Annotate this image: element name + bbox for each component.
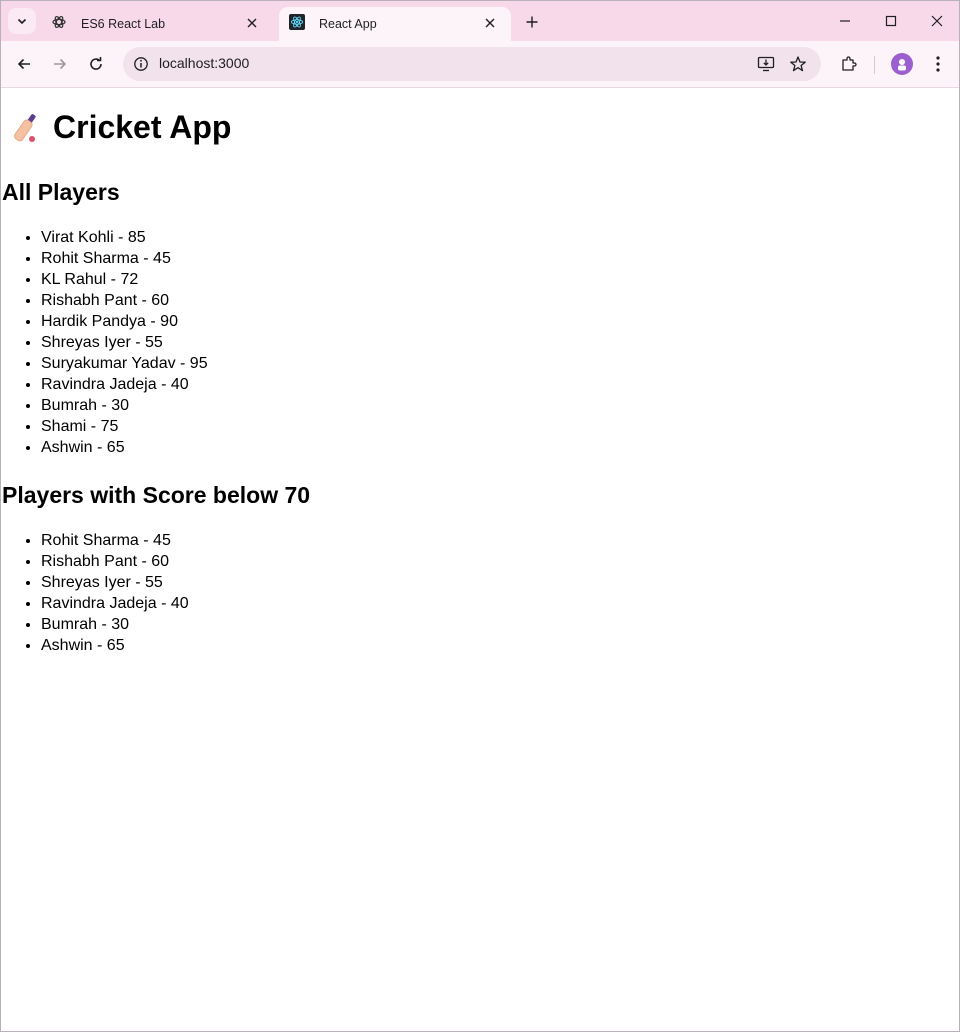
- player-list-item: KL Rahul - 72: [41, 269, 208, 290]
- player-list-item: Virat Kohli - 85: [41, 227, 208, 248]
- profile-avatar[interactable]: [891, 53, 913, 75]
- new-tab-button[interactable]: [521, 11, 543, 33]
- install-app-icon[interactable]: [755, 53, 777, 75]
- close-tab-icon[interactable]: [481, 14, 499, 32]
- bookmark-star-icon[interactable]: [787, 53, 809, 75]
- tab-react-app[interactable]: React App: [279, 7, 511, 41]
- page-title: Cricket App: [11, 109, 231, 146]
- reload-icon: [90, 57, 102, 70]
- arrow-left-icon: [17, 58, 30, 70]
- tab-search-button[interactable]: [8, 8, 36, 34]
- all-players-list: Virat Kohli - 85Rohit Sharma - 45KL Rahu…: [1, 227, 208, 458]
- player-list-item: Ashwin - 65: [41, 635, 189, 656]
- player-list-item: Ravindra Jadeja - 40: [41, 593, 189, 614]
- back-button[interactable]: [10, 50, 38, 78]
- browser-toolbar: localhost:3000: [1, 41, 959, 88]
- arrow-right-icon: [54, 58, 67, 70]
- puzzle-icon: [842, 56, 857, 71]
- player-list-item: Rishabh Pant - 60: [41, 290, 208, 311]
- react-icon: [289, 14, 305, 30]
- avatar-icon: [898, 59, 906, 71]
- player-list-item: Shami - 75: [41, 416, 208, 437]
- player-list-item: Bumrah - 30: [41, 614, 189, 635]
- address-bar[interactable]: localhost:3000: [123, 47, 821, 81]
- more-vert-icon: [936, 56, 940, 72]
- chevron-down-icon: [17, 18, 27, 25]
- below-70-heading: Players with Score below 70: [2, 482, 311, 508]
- tab-title: React App: [319, 17, 377, 31]
- maximize-button[interactable]: [874, 7, 908, 35]
- extensions-button[interactable]: [835, 50, 863, 78]
- maximize-icon: [885, 15, 897, 27]
- player-list-item: Suryakumar Yadav - 95: [41, 353, 208, 374]
- tab-strip: ES6 React Lab React App: [1, 1, 959, 41]
- menu-button[interactable]: [924, 50, 952, 78]
- player-list-item: Shreyas Iyer - 55: [41, 572, 189, 593]
- player-list-item: Bumrah - 30: [41, 395, 208, 416]
- player-list-item: Ravindra Jadeja - 40: [41, 374, 208, 395]
- close-window-button[interactable]: [920, 7, 954, 35]
- player-list-item: Ashwin - 65: [41, 437, 208, 458]
- player-list-item: Shreyas Iyer - 55: [41, 332, 208, 353]
- tab-es6-react-lab[interactable]: ES6 React Lab: [41, 7, 273, 41]
- browser-window: ES6 React Lab React App localhost:3000 C…: [0, 0, 960, 1032]
- tab-title: ES6 React Lab: [81, 17, 166, 31]
- minimize-icon: [840, 20, 850, 22]
- player-list-item: Hardik Pandya - 90: [41, 311, 208, 332]
- player-list-item: Rohit Sharma - 45: [41, 248, 208, 269]
- url-text[interactable]: localhost:3000: [159, 55, 249, 71]
- reload-button[interactable]: [82, 50, 110, 78]
- site-info-icon[interactable]: [131, 54, 151, 74]
- forward-button[interactable]: [46, 50, 74, 78]
- chatgpt-icon: [51, 14, 67, 30]
- minimize-button[interactable]: [828, 7, 862, 35]
- below-70-list: Rohit Sharma - 45Rishabh Pant - 60Shreya…: [1, 530, 189, 656]
- player-list-item: Rohit Sharma - 45: [41, 530, 189, 551]
- plus-icon: [526, 16, 538, 28]
- close-tab-icon[interactable]: [243, 14, 261, 32]
- close-icon: [931, 15, 943, 27]
- toolbar-divider: [874, 56, 875, 74]
- all-players-heading: All Players: [2, 179, 120, 205]
- player-list-item: Rishabh Pant - 60: [41, 551, 189, 572]
- page-title-text: Cricket App: [53, 109, 232, 145]
- cricket-bat-icon: [13, 113, 36, 142]
- page-content: Cricket App All Players Virat Kohli - 85…: [1, 89, 959, 1031]
